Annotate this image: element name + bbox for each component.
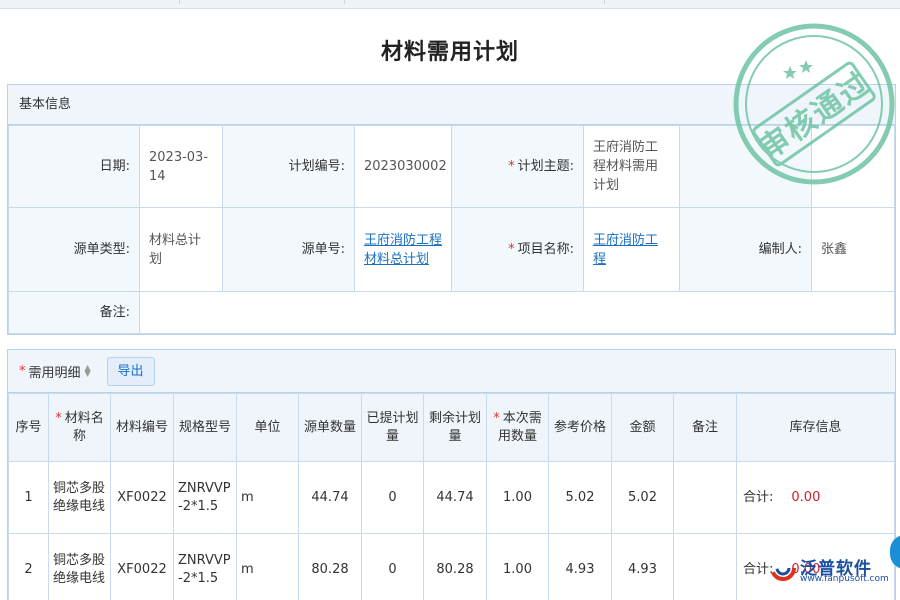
subject-label: 计划主题: [518, 159, 574, 174]
remaining-qty: 80.28 [424, 534, 487, 600]
author-label: 编制人: [680, 208, 812, 292]
planned-qty: 0 [362, 462, 424, 534]
material-code: XF0022 [111, 462, 174, 534]
material-code: XF0022 [111, 534, 174, 600]
need-qty[interactable]: 1.00 [487, 462, 549, 534]
author-value: 张鑫 [812, 208, 895, 292]
date-label: 日期: [9, 126, 140, 208]
column-header-need: *本次需用数量 [487, 394, 549, 462]
material-unit: m [237, 534, 299, 600]
column-header: 参考价格 [549, 394, 612, 462]
amount: 4.93 [612, 534, 674, 600]
export-button[interactable]: 导出 [107, 357, 155, 386]
column-header: 金额 [612, 394, 674, 462]
subject-value: 王府消防工程材料需用计划 [584, 126, 680, 208]
row-number: 2 [9, 534, 49, 600]
source-type-label: 源单类型: [9, 208, 140, 292]
ref-price: 5.02 [549, 462, 612, 534]
required-mark: * [508, 242, 515, 257]
source-type-value: 材料总计划 [140, 208, 223, 292]
plan-no-value: 2023030002 [355, 126, 452, 208]
column-header-label: 本次需用数量 [498, 411, 542, 444]
page-title: 材料需用计划 [0, 34, 900, 66]
detail-panel: * 需用明细 ▲▼ 导出 序号 *材料名称 材料编号 规格型号 单位 源单数量 … [7, 349, 896, 600]
table-row: 2 铜芯多股绝缘电线 XF0022 ZNRVVP-2*1.5 m 80.28 0… [9, 534, 895, 600]
empty-cell [680, 126, 812, 208]
required-mark: * [55, 411, 62, 426]
project-label: 项目名称: [518, 242, 574, 257]
material-name: 铜芯多股绝缘电线 [49, 462, 111, 534]
row-remark[interactable] [674, 462, 737, 534]
stock-label: 合计: [743, 562, 773, 577]
planned-qty: 0 [362, 534, 424, 600]
detail-table: 序号 *材料名称 材料编号 规格型号 单位 源单数量 已提计划量 剩余计划量 *… [8, 393, 895, 600]
column-header: 材料编号 [111, 394, 174, 462]
project-link[interactable]: 王府消防工程 [593, 233, 658, 267]
column-header: 单位 [237, 394, 299, 462]
swirl-logo-icon [770, 555, 796, 581]
row-number: 1 [9, 462, 49, 534]
column-header: 库存信息 [737, 394, 895, 462]
remark-value [140, 292, 895, 334]
project-label-cell: *项目名称: [452, 208, 584, 292]
top-tab[interactable] [345, 0, 605, 4]
stock-value: 0.00 [791, 490, 820, 505]
row-remark[interactable] [674, 534, 737, 600]
column-header: 序号 [9, 394, 49, 462]
source-qty: 80.28 [299, 534, 362, 600]
top-tab[interactable] [0, 0, 180, 4]
remark-label: 备注: [9, 292, 140, 334]
column-header: 源单数量 [299, 394, 362, 462]
top-tab[interactable] [180, 0, 345, 4]
source-no-cell: 王府消防工程材料总计划 [355, 208, 452, 292]
top-tab-strip [0, 0, 900, 9]
need-qty[interactable]: 1.00 [487, 534, 549, 600]
stock-info: 合计: 0.00 [737, 462, 895, 534]
watermark-url: www.fanpusoft.com [800, 574, 889, 584]
material-spec: ZNRVVP-2*1.5 [174, 462, 237, 534]
amount: 5.02 [612, 462, 674, 534]
column-header-label: 材料名称 [65, 411, 104, 444]
source-no-label: 源单号: [223, 208, 355, 292]
source-no-link[interactable]: 王府消防工程材料总计划 [364, 233, 442, 267]
table-header-row: 序号 *材料名称 材料编号 规格型号 单位 源单数量 已提计划量 剩余计划量 *… [9, 394, 895, 462]
column-header-name: *材料名称 [49, 394, 111, 462]
required-mark: * [508, 159, 515, 174]
date-value: 2023-03-14 [140, 126, 223, 208]
detail-label: 需用明细 [29, 362, 81, 381]
material-unit: m [237, 462, 299, 534]
basic-info-header: 基本信息 [8, 85, 895, 125]
source-qty: 44.74 [299, 462, 362, 534]
sort-toggle-icon[interactable]: ▲▼ [85, 365, 95, 377]
material-spec: ZNRVVP-2*1.5 [174, 534, 237, 600]
empty-cell [812, 126, 895, 208]
column-header: 规格型号 [174, 394, 237, 462]
detail-header: * 需用明细 ▲▼ 导出 [8, 350, 895, 393]
table-row: 1 铜芯多股绝缘电线 XF0022 ZNRVVP-2*1.5 m 44.74 0… [9, 462, 895, 534]
ref-price: 4.93 [549, 534, 612, 600]
stock-label: 合计: [743, 490, 773, 505]
column-header: 已提计划量 [362, 394, 424, 462]
watermark-logo: 泛普软件 www.fanpusoft.com [770, 553, 895, 583]
project-cell: 王府消防工程 [584, 208, 680, 292]
basic-info-table: 日期: 2023-03-14 计划编号: 2023030002 *计划主题: 王… [8, 125, 895, 334]
required-mark: * [19, 364, 26, 379]
subject-label-cell: *计划主题: [452, 126, 584, 208]
required-mark: * [493, 411, 500, 426]
column-header: 剩余计划量 [424, 394, 487, 462]
plan-no-label: 计划编号: [223, 126, 355, 208]
material-name: 铜芯多股绝缘电线 [49, 534, 111, 600]
remaining-qty: 44.74 [424, 462, 487, 534]
column-header: 备注 [674, 394, 737, 462]
basic-info-panel: 基本信息 日期: 2023-03-14 计划编号: 2023030002 *计划… [7, 84, 896, 335]
